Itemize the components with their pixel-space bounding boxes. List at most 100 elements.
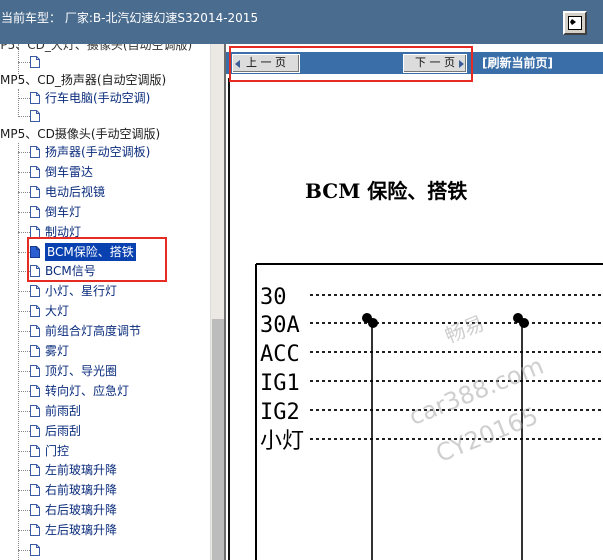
tree-item-label: 行车电脑(手动空调) xyxy=(45,91,151,105)
tree-line xyxy=(18,411,30,412)
tree-item-lr-window[interactable]: 左后玻璃升降 xyxy=(30,521,117,539)
tree-panel: MP5、CD_大灯、摄像头(自动空调版) MP5、CD_扬声器(自动空调版) 行… xyxy=(0,44,226,560)
panel-toggle-icon xyxy=(568,16,582,30)
tree-line xyxy=(18,311,30,312)
diagram-row-label: IG2 xyxy=(260,400,300,425)
tree-folder-label: MP5、CD_扬声器(自动空调版) xyxy=(0,73,167,87)
tree-item-label: 左后玻璃升降 xyxy=(45,523,118,537)
tree-item-trip-computer[interactable]: 行车电脑(手动空调) xyxy=(30,89,150,107)
tree-item-speaker-manual[interactable]: 扬声器(手动空调板) xyxy=(30,143,150,161)
tree-folder-camera-manual[interactable]: MP5、CD摄像头(手动空调版) xyxy=(0,125,160,143)
document-icon xyxy=(30,325,40,337)
tree-item-label: 右前玻璃升降 xyxy=(45,483,118,497)
tree-item-label: 大灯 xyxy=(45,304,70,318)
tree-item-rear-wiper[interactable]: 后雨刮 xyxy=(30,422,81,440)
tree-item-label: 门控 xyxy=(45,444,70,458)
tree-line xyxy=(18,152,30,153)
tree-line xyxy=(18,371,30,372)
refresh-page-link[interactable]: [刷新当前页] xyxy=(482,55,553,71)
tree-line xyxy=(18,172,30,173)
tree-item-reverse-radar[interactable]: 倒车雷达 xyxy=(30,163,93,181)
wire-junction-dot xyxy=(519,318,529,328)
document-icon xyxy=(30,445,40,457)
tree-item-label: 顶灯、导光圈 xyxy=(45,364,118,378)
tree-line xyxy=(18,391,30,392)
document-icon xyxy=(30,365,40,377)
document-icon xyxy=(30,524,40,536)
tree-item-power-mirror[interactable]: 电动后视镜 xyxy=(30,183,105,201)
tree-item-headlight[interactable]: 大灯 xyxy=(30,302,69,320)
document-icon xyxy=(30,305,40,317)
tree-item-label: 前雨刮 xyxy=(45,404,82,418)
tree-item-lf-window[interactable]: 左前玻璃升降 xyxy=(30,461,117,479)
tree-line xyxy=(18,98,30,99)
tree-item-blank-3[interactable] xyxy=(30,541,45,559)
tree-item-front-wiper[interactable]: 前雨刮 xyxy=(30,402,81,420)
document-icon xyxy=(30,56,40,68)
diagram-row-label: 30 xyxy=(260,285,287,310)
tree-item-small-light[interactable]: 小灯、星行灯 xyxy=(30,282,117,300)
document-icon xyxy=(30,110,40,122)
tree-line xyxy=(18,550,30,551)
highlight-box-tree xyxy=(27,237,167,282)
tree-item-door-control[interactable]: 门控 xyxy=(30,442,69,460)
tree-item-label: 右后玻璃升降 xyxy=(45,503,118,517)
document-icon xyxy=(30,206,40,218)
document-icon xyxy=(30,186,40,198)
tree-item-rf-window[interactable]: 右前玻璃升降 xyxy=(30,481,117,499)
tree-item-label: 小灯、星行灯 xyxy=(45,284,118,298)
tree-item-dome-light[interactable]: 顶灯、导光圈 xyxy=(30,362,117,380)
tree-line xyxy=(18,212,30,213)
tree-item-label: 扬声器(手动空调板) xyxy=(45,145,151,159)
tree-line xyxy=(18,62,30,63)
tree-folder-label: MP5、CD摄像头(手动空调版) xyxy=(0,127,161,141)
tree-item-reverse-light[interactable]: 倒车灯 xyxy=(30,203,81,221)
tree-item-rr-window[interactable]: 右后玻璃升降 xyxy=(30,501,117,519)
tree-item-label: 倒车雷达 xyxy=(45,165,94,179)
document-icon xyxy=(30,345,40,357)
tree-line xyxy=(18,451,30,452)
content-left-border xyxy=(228,78,230,560)
diagram-row-label: 30A xyxy=(260,313,300,338)
tree-item-label: 转向灯、应急灯 xyxy=(45,384,130,398)
tree-line xyxy=(18,116,30,117)
tree-folder-speaker-auto[interactable]: MP5、CD_扬声器(自动空调版) xyxy=(0,71,166,89)
tree-line xyxy=(18,351,30,352)
tree-item-turn-signal[interactable]: 转向灯、应急灯 xyxy=(30,382,129,400)
tree-item-label: 电动后视镜 xyxy=(45,185,106,199)
document-icon xyxy=(30,405,40,417)
scrollbar-thumb[interactable] xyxy=(212,319,224,560)
highlight-box-nav xyxy=(229,46,473,82)
tree-line xyxy=(18,530,30,531)
diagram-row-label: ACC xyxy=(260,342,300,367)
tree-line xyxy=(18,232,30,233)
tree-item-blank-1[interactable] xyxy=(30,53,45,71)
tree-item-label: 倒车灯 xyxy=(45,205,82,219)
tree-line xyxy=(18,192,30,193)
page-title: BCM 保险、搭铁 xyxy=(305,179,468,203)
title-bar: 当前车型： 厂家:B-北汽幻速幻速S32014-2015 xyxy=(0,0,603,44)
diagram-row-label: IG1 xyxy=(260,371,300,396)
document-icon xyxy=(30,504,40,516)
diagram-row-label: 小灯 xyxy=(260,429,304,454)
document-icon xyxy=(30,464,40,476)
tree-line xyxy=(18,431,30,432)
tree-item-blank-2[interactable] xyxy=(30,107,45,125)
tree-item-label: 后雨刮 xyxy=(45,424,82,438)
document-icon xyxy=(30,425,40,437)
tree-line xyxy=(18,470,30,471)
document-icon xyxy=(30,146,40,158)
document-icon xyxy=(30,285,40,297)
tree-folder-partial[interactable]: MP5、CD_大灯、摄像头(自动空调版) xyxy=(0,44,192,54)
tree-item-fog-light[interactable]: 雾灯 xyxy=(30,342,69,360)
tree-item-label: 前组合灯高度调节 xyxy=(45,324,142,338)
tree-line xyxy=(18,331,30,332)
tree-item-label: 雾灯 xyxy=(45,344,70,358)
wire-junction-dot xyxy=(368,318,378,328)
document-icon xyxy=(30,385,40,397)
tree-item-front-lamp-leveling[interactable]: 前组合灯高度调节 xyxy=(30,322,141,340)
toggle-panel-button[interactable] xyxy=(563,11,587,35)
document-icon xyxy=(30,92,40,104)
diagram-rows: 30 30A ACC IG1 IG2 小灯 xyxy=(260,285,603,454)
tree-scrollbar[interactable] xyxy=(210,44,225,560)
